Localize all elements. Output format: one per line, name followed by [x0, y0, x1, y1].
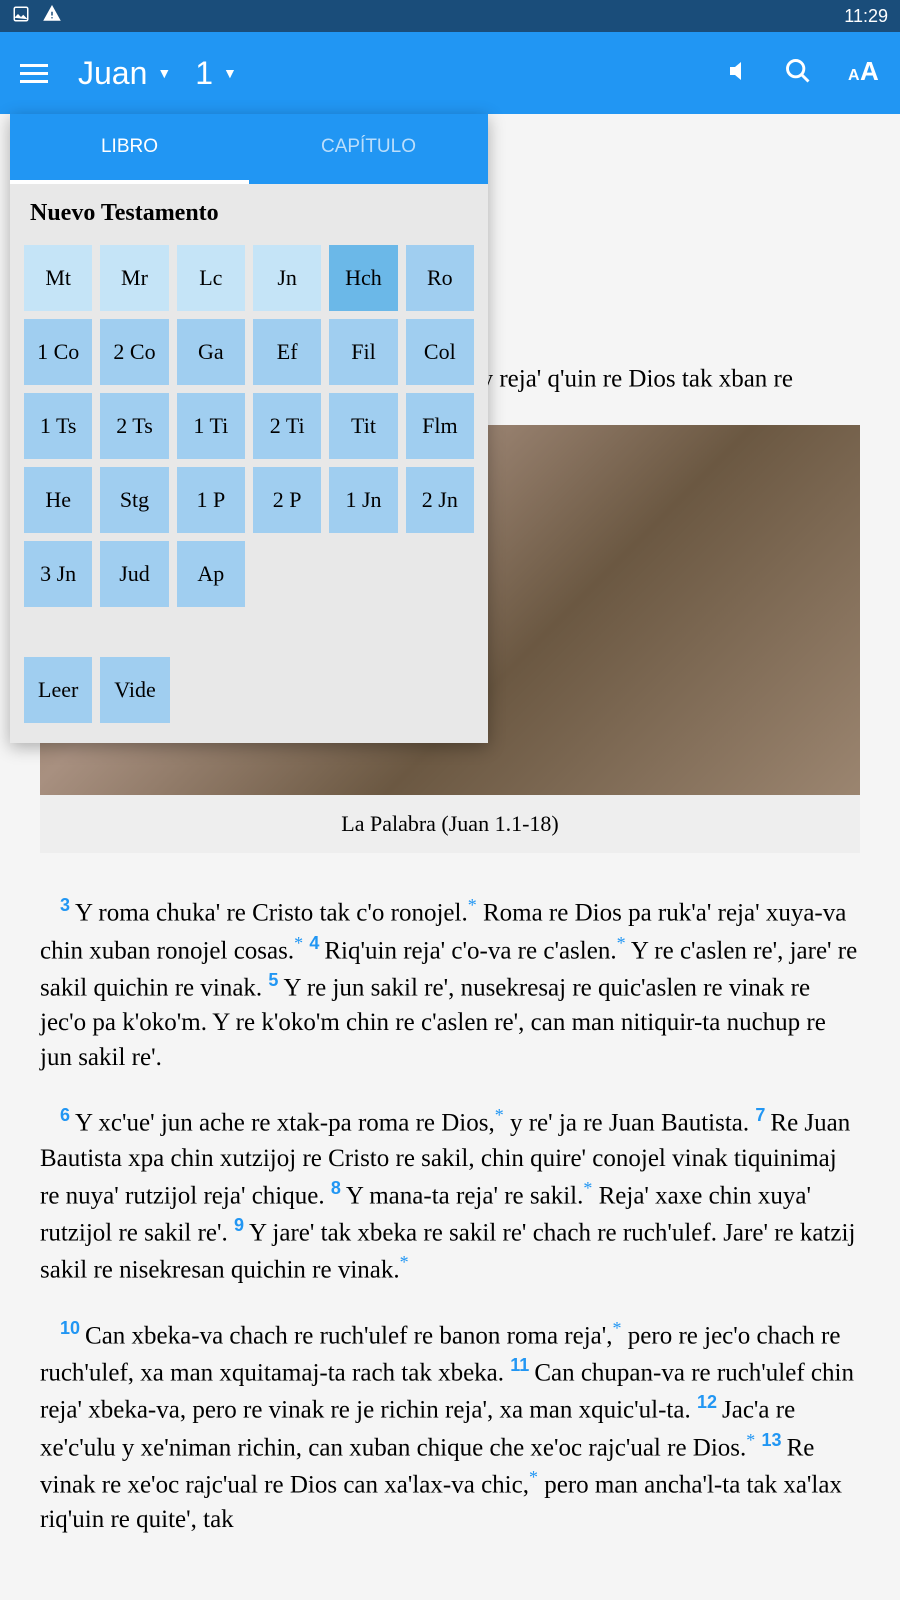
menu-icon[interactable] — [20, 64, 48, 83]
book-cell[interactable]: Fil — [329, 319, 397, 385]
svg-text:A: A — [860, 58, 879, 84]
verse-number[interactable]: 6 — [60, 1105, 75, 1125]
verse-number[interactable]: 9 — [234, 1215, 249, 1235]
book-cell[interactable]: Mr — [100, 245, 168, 311]
footnote-mark[interactable]: * — [400, 1252, 409, 1272]
footnote-mark[interactable]: * — [746, 1430, 755, 1450]
vide-button[interactable]: Vide — [100, 657, 169, 723]
image-caption: La Palabra (Juan 1.1-18) — [40, 795, 860, 854]
book-cell[interactable]: Jn — [253, 245, 321, 311]
book-cell[interactable]: 1 Co — [24, 319, 92, 385]
verse-number[interactable]: 12 — [697, 1392, 722, 1412]
image-icon — [12, 5, 30, 28]
verse-number[interactable]: 7 — [755, 1105, 770, 1125]
book-cell[interactable]: He — [24, 467, 92, 533]
book-cell[interactable]: 3 Jn — [24, 541, 92, 607]
paragraph: 10 Can xbeka-va chach re ruch'ulef re ba… — [40, 1316, 860, 1538]
book-cell[interactable]: Ap — [177, 541, 245, 607]
verse-number[interactable]: 10 — [60, 1318, 85, 1338]
chapter-label: 1 — [195, 55, 213, 92]
app-bar: Juan ▼ 1 ▼ AA — [0, 32, 900, 114]
book-cell[interactable]: 1 P — [177, 467, 245, 533]
status-bar: 11:29 — [0, 0, 900, 32]
book-label: Juan — [78, 55, 147, 92]
book-cell[interactable]: 2 Jn — [406, 467, 474, 533]
status-time: 11:29 — [844, 6, 888, 27]
verse-number[interactable]: 3 — [60, 895, 75, 915]
svg-text:A: A — [848, 67, 860, 84]
warning-icon — [42, 5, 62, 28]
chevron-down-icon: ▼ — [157, 65, 171, 81]
verse-number[interactable]: 4 — [309, 933, 324, 953]
tab-capitulo[interactable]: CAPÍTULO — [249, 114, 488, 184]
book-cell[interactable]: 1 Jn — [329, 467, 397, 533]
verse-number[interactable]: 11 — [510, 1355, 534, 1375]
book-cell[interactable]: Tit — [329, 393, 397, 459]
book-cell[interactable]: Stg — [100, 467, 168, 533]
footnote-mark[interactable]: * — [495, 1105, 504, 1125]
book-cell[interactable]: Ro — [406, 245, 474, 311]
footnote-mark[interactable]: * — [613, 1318, 622, 1338]
popup-heading: Nuevo Testamento — [24, 200, 474, 227]
footnote-mark[interactable]: * — [529, 1467, 538, 1487]
verse-number[interactable]: 5 — [268, 970, 283, 990]
book-cell[interactable]: Flm — [406, 393, 474, 459]
book-cell[interactable]: 2 Co — [100, 319, 168, 385]
book-cell[interactable]: 2 Ts — [100, 393, 168, 459]
verse-number[interactable]: 13 — [762, 1430, 787, 1450]
text-size-icon[interactable]: AA — [848, 58, 880, 89]
book-cell[interactable]: Hch — [329, 245, 397, 311]
book-cell[interactable]: Col — [406, 319, 474, 385]
tab-libro[interactable]: LIBRO — [10, 114, 249, 184]
book-dropdown[interactable]: Juan ▼ — [78, 55, 171, 92]
book-cell[interactable]: Ef — [253, 319, 321, 385]
audio-icon[interactable] — [724, 59, 748, 88]
book-picker-popup: LIBRO CAPÍTULO Nuevo Testamento MtMrLcJn… — [10, 114, 488, 743]
search-icon[interactable] — [784, 57, 812, 90]
chevron-down-icon: ▼ — [223, 65, 237, 81]
footnote-mark[interactable]: * — [468, 895, 477, 915]
footnote-mark[interactable]: * — [294, 933, 303, 953]
book-cell[interactable]: 1 Ti — [177, 393, 245, 459]
book-cell[interactable]: 2 Ti — [253, 393, 321, 459]
book-cell[interactable]: Jud — [100, 541, 168, 607]
paragraph: 6 Y xc'ue' jun ache re xtak-pa roma re D… — [40, 1103, 860, 1287]
book-cell[interactable]: Mt — [24, 245, 92, 311]
paragraph: 3 Y roma chuka' re Cristo tak c'o ronoje… — [40, 893, 860, 1075]
book-cell[interactable]: 2 P — [253, 467, 321, 533]
footnote-mark[interactable]: * — [617, 933, 626, 953]
book-cell[interactable]: 1 Ts — [24, 393, 92, 459]
verse-number[interactable]: 8 — [331, 1178, 346, 1198]
book-cell[interactable]: Ga — [177, 319, 245, 385]
book-cell[interactable]: Lc — [177, 245, 245, 311]
book-grid: MtMrLcJnHchRo1 Co2 CoGaEfFilCol1 Ts2 Ts1… — [24, 245, 474, 607]
chapter-dropdown[interactable]: 1 ▼ — [195, 55, 237, 92]
footnote-mark[interactable]: * — [583, 1178, 592, 1198]
leer-button[interactable]: Leer — [24, 657, 92, 723]
